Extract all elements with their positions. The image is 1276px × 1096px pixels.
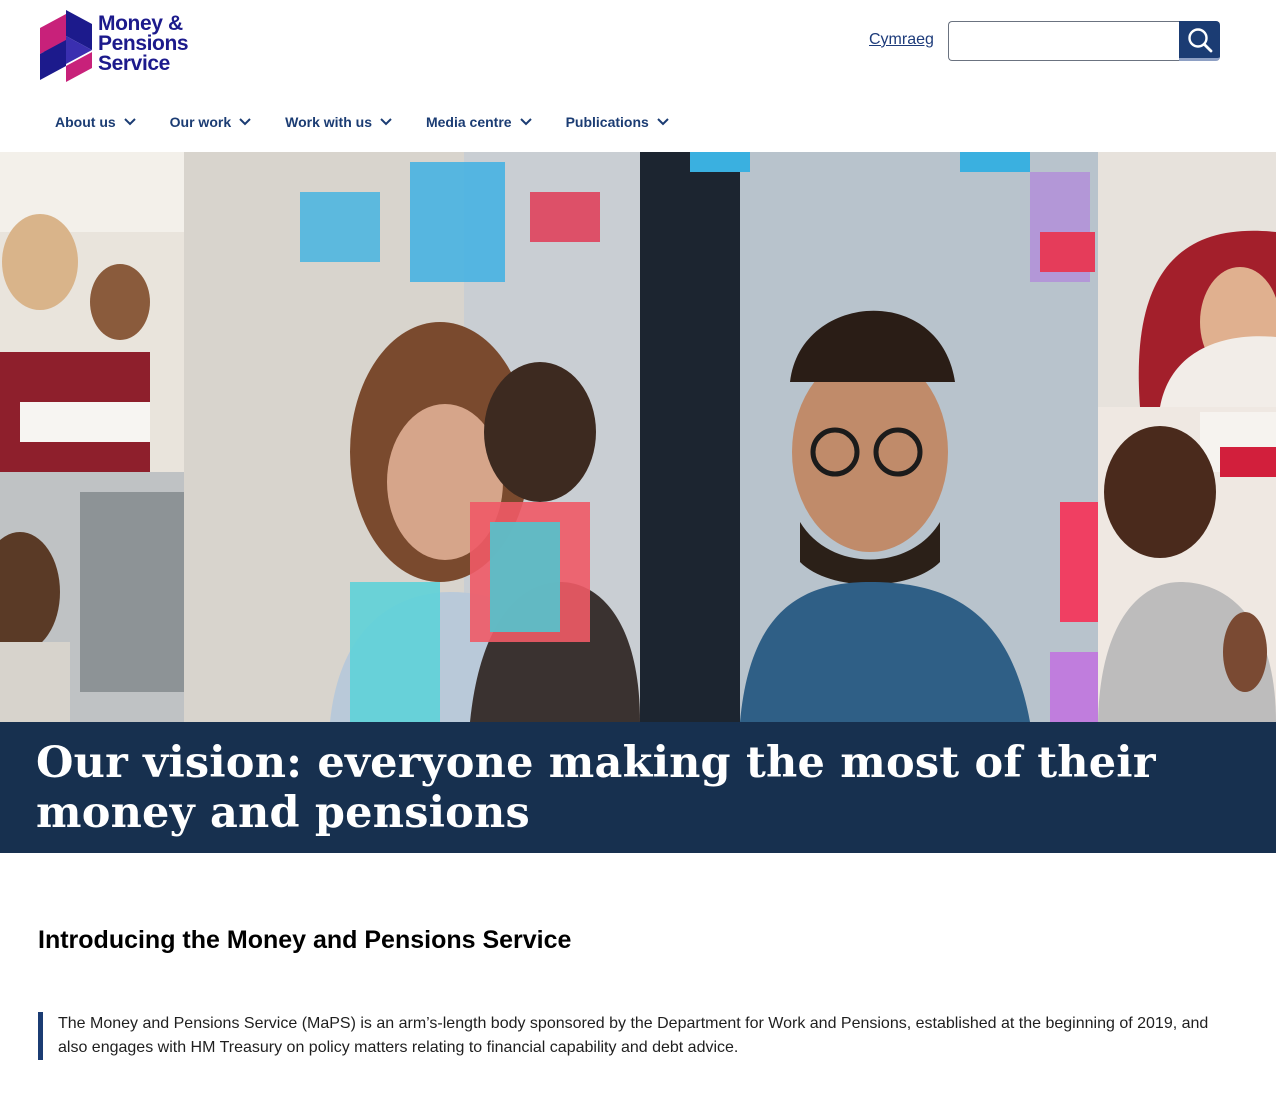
nav-item-our-work[interactable]: Our work [153,104,268,140]
site-header: Money & Pensions Service Cymraeg About u… [0,0,1276,152]
chevron-down-icon [657,118,669,126]
nav-item-label: Media centre [425,114,512,130]
search-input[interactable] [948,21,1180,61]
hero-image [0,152,1276,722]
welsh-language-link[interactable]: Cymraeg [869,31,934,49]
site-search [948,21,1220,61]
logo-wordmark: Money & Pensions Service [98,12,189,75]
chevron-down-icon [123,118,136,126]
nav-item-work-with-us[interactable]: Work with us [268,104,409,140]
chevron-down-icon [519,118,532,126]
search-button[interactable] [1179,21,1220,61]
search-icon [1187,27,1212,52]
vision-title: Our vision: everyone making the most of … [36,738,1156,838]
nav-item-label: Our work [169,114,232,130]
logo-mark-icon [40,10,92,82]
intro-quote: The Money and Pensions Service (MaPS) is… [38,1012,1238,1060]
vision-banner: Our vision: everyone making the most of … [0,722,1276,853]
main-navigation: About us Our work Work with us Media cen… [38,104,686,140]
intro-heading: Introducing the Money and Pensions Servi… [38,926,572,954]
nav-item-label: Work with us [285,114,372,130]
nav-item-about-us[interactable]: About us [38,104,153,140]
nav-item-label: Publications [565,114,649,130]
chevron-down-icon [239,118,251,126]
nav-item-label: About us [55,114,116,130]
site-logo[interactable]: Money & Pensions Service [38,10,198,82]
hero-collage [0,152,1276,722]
nav-item-publications[interactable]: Publications [549,104,686,140]
nav-item-media-centre[interactable]: Media centre [409,104,549,140]
chevron-down-icon [380,118,392,126]
